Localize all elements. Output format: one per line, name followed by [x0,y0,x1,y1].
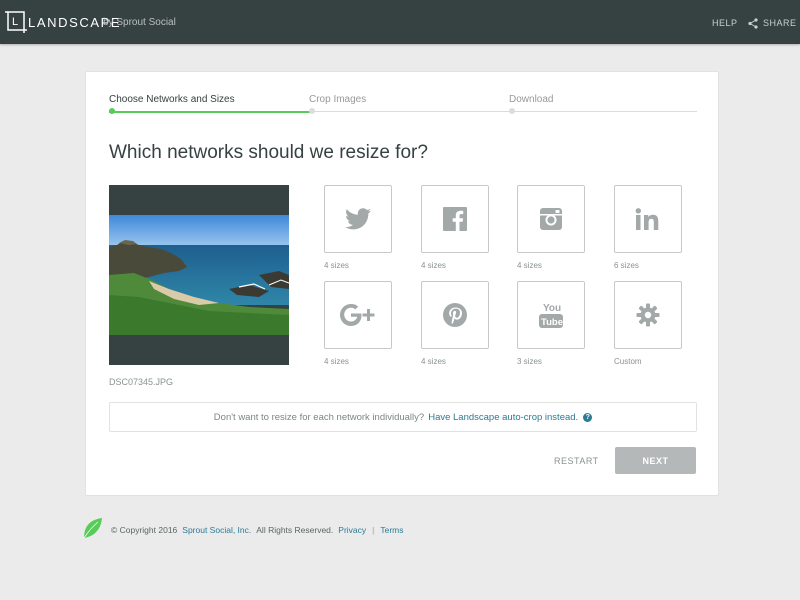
svg-text:You: You [543,303,561,314]
image-preview [109,185,289,365]
twitter-icon [345,208,371,230]
footer-separator: | [372,525,375,535]
progress-fill [109,111,311,113]
tile-caption-linkedin: 6 sizes [614,261,639,270]
help-icon[interactable]: ? [583,412,593,422]
share-icon [748,17,758,29]
step-crop-images: Crop Images [309,94,367,105]
landscape-photo [109,185,289,365]
footer-company-link[interactable]: Sprout Social, Inc. [182,525,251,535]
tile-caption-google-plus: 4 sizes [324,357,349,366]
network-tile-pinterest[interactable] [421,281,489,349]
tile-caption-twitter: 4 sizes [324,261,349,270]
auto-crop-link[interactable]: Have Landscape auto-crop instead. [428,412,578,423]
google-plus-icon [340,304,375,326]
network-tile-facebook[interactable] [421,185,489,253]
main-card: Choose Networks and Sizes Crop Images Do… [85,71,719,496]
share-button[interactable]: SHARE [748,16,797,30]
next-button[interactable]: NEXT [615,447,696,474]
network-tile-linkedin[interactable] [614,185,682,253]
share-label: SHARE [763,18,797,28]
step-dot-2 [309,108,315,114]
sprout-leaf-icon[interactable] [83,517,103,539]
footer: © Copyright 2016 Sprout Social, Inc. All… [111,525,404,535]
network-tile-youtube[interactable]: You Tube [517,281,585,349]
network-tile-twitter[interactable] [324,185,392,253]
step-choose-networks: Choose Networks and Sizes [109,94,235,105]
image-filename: DSC07345.JPG [109,377,174,387]
pinterest-icon [443,303,467,327]
tile-caption-pinterest: 4 sizes [421,357,446,366]
gear-icon [636,303,660,327]
footer-terms-link[interactable]: Terms [380,525,403,535]
svg-text:L: L [12,16,18,28]
network-tile-instagram[interactable] [517,185,585,253]
network-tile-custom[interactable] [614,281,682,349]
page-title: Which networks should we resize for? [109,142,428,163]
footer-privacy-link[interactable]: Privacy [338,525,366,535]
step-download: Download [509,94,554,105]
restart-button[interactable]: RESTART [554,456,599,466]
tile-caption-instagram: 4 sizes [517,261,542,270]
facebook-icon [443,207,467,231]
auto-crop-notice: Don't want to resize for each network in… [109,402,697,432]
tile-caption-facebook: 4 sizes [421,261,446,270]
footer-copyright: © Copyright 2016 [111,525,178,535]
linkedin-icon [635,208,659,230]
footer-rights: All Rights Reserved. [256,525,334,535]
youtube-icon: You Tube [539,303,563,328]
svg-text:Tube: Tube [541,317,563,328]
tile-caption-youtube: 3 sizes [517,357,542,366]
step-dot-3 [509,108,515,114]
help-link[interactable]: HELP [712,18,738,28]
auto-crop-text: Don't want to resize for each network in… [213,411,425,423]
network-tile-google-plus[interactable] [324,281,392,349]
instagram-icon [540,208,562,230]
landscape-logo-icon[interactable]: L [5,9,27,33]
brand-by-line: by Sprout Social [103,17,176,28]
step-dot-1 [109,108,115,114]
top-bar: L LANDSCAPE by Sprout Social HELP SHARE [0,0,800,44]
tile-caption-custom: Custom [614,357,642,366]
